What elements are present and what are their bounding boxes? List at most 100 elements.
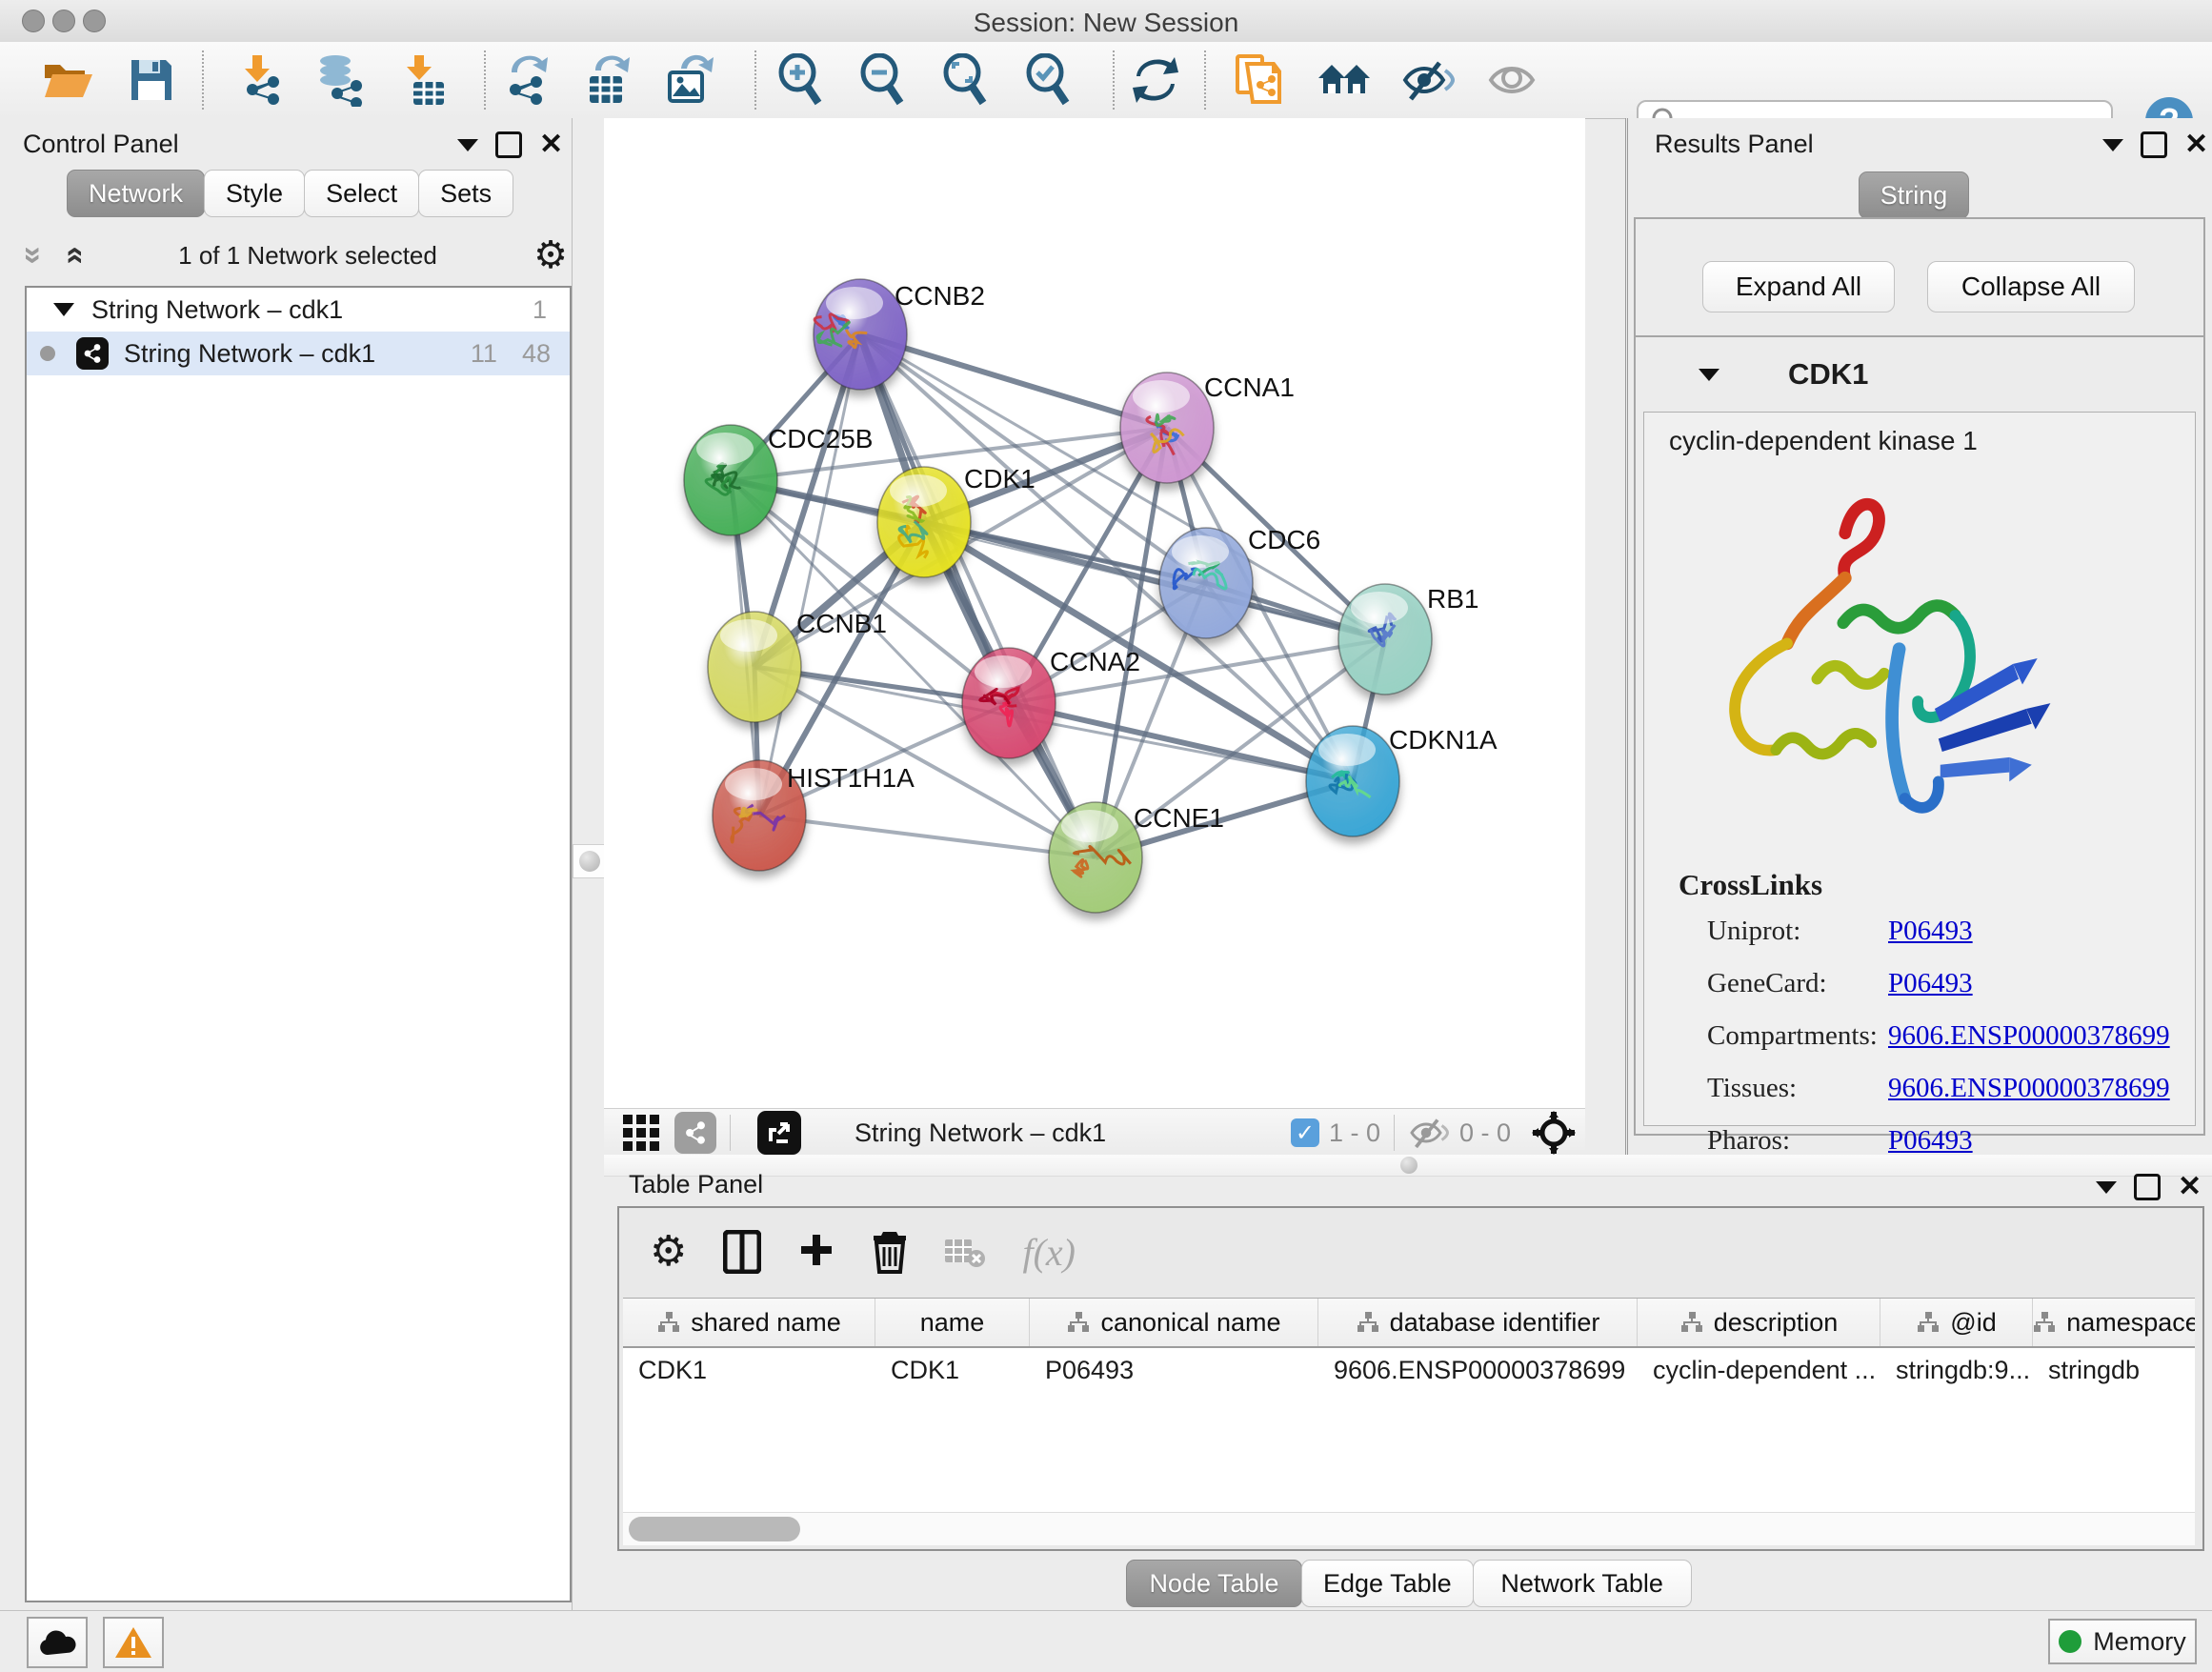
crosslink-value-link[interactable]: 9606.ENSP00000378699 [1888,1020,2170,1052]
show-columns-icon[interactable] [723,1230,761,1274]
network-view-toolbar: String Network – cdk1 ✓ 1 - 0 0 - 0 [604,1108,1585,1157]
protein-description: cyclin-dependent kinase 1 [1669,426,1978,456]
import-table-file-button[interactable] [396,52,452,108]
table-row[interactable]: CDK1CDK1P064939606.ENSP00000378699cyclin… [623,1348,2195,1392]
column-header-namespace[interactable]: namespace [2033,1299,2195,1346]
tab-edge-table[interactable]: Edge Table [1301,1560,1474,1607]
refresh-button[interactable] [1128,52,1183,108]
network-node-CCNB2[interactable] [814,279,907,390]
add-column-plus-icon[interactable] [797,1233,835,1271]
detach-view-icon[interactable] [757,1111,801,1155]
network-selector-toolbar: » » 1 of 1 Network selected ⚙ [25,229,568,282]
export-table-icon [582,53,633,107]
control-panel-float-button[interactable] [495,131,522,158]
left-split-handle[interactable] [573,844,607,878]
table-panel-menu-button[interactable] [2096,1181,2117,1194]
hide-selected-button[interactable] [1400,52,1456,108]
tab-network[interactable]: Network [67,170,205,217]
network-tree-row-selected[interactable]: String Network – cdk1 11 48 [27,332,570,375]
scrollbar-thumb[interactable] [629,1517,800,1541]
table-panel-close-button[interactable]: ✕ [2178,1177,2202,1198]
import-network-file-button[interactable] [231,52,287,108]
network-tree-root-row[interactable]: String Network – cdk1 1 [27,288,570,332]
zoom-in-button[interactable] [774,52,829,108]
results-panel-float-button[interactable] [2141,131,2167,158]
crosslink-value-link[interactable]: P06493 [1888,968,1973,999]
table-panel-float-button[interactable] [2134,1174,2161,1200]
network-canvas[interactable]: CCNB2CCNA1CDC25BCDK1CDC6RB1CCNB1CCNA2CDK… [604,118,1585,1108]
import-network-from-database-button[interactable] [312,52,367,108]
protein-section-header[interactable]: CDK1 [1636,337,2203,412]
save-session-button[interactable] [124,52,179,108]
open-session-button[interactable] [40,52,95,108]
cloud-status-button[interactable] [27,1617,88,1668]
export-table-button[interactable] [580,52,635,108]
zoom-fit-button[interactable] [938,52,994,108]
delete-column-trash-icon[interactable] [872,1230,908,1274]
expand-all-networks-icon[interactable]: » [24,247,43,265]
network-node-CDC6[interactable] [1159,528,1253,638]
crosslink-value-link[interactable]: P06493 [1888,916,1973,947]
protein-details-box: cyclin-dependent kinase 1 [1643,412,2196,1126]
control-panel: Control Panel ✕ NetworkStyleSelectSets »… [0,118,573,1610]
fit-content-crosshair-icon[interactable] [1532,1111,1576,1155]
bottom-split-handle[interactable] [1400,1157,1418,1174]
table-horizontal-scrollbar[interactable] [623,1512,2195,1545]
crosslink-value-link[interactable]: P06493 [1888,1125,1973,1157]
zoom-selected-button[interactable] [1021,52,1076,108]
crosslink-label: Pharos: [1707,1125,1888,1157]
column-header-canonical-name[interactable]: canonical name [1030,1299,1318,1346]
selected-checkbox-icon[interactable]: ✓ [1291,1118,1319,1147]
tab-network-table[interactable]: Network Table [1473,1560,1692,1607]
results-tab-string[interactable]: String [1859,171,1969,219]
results-panel-menu-button[interactable] [2102,139,2123,151]
network-edge[interactable] [1009,703,1353,781]
column-header-@id[interactable]: @id [1880,1299,2033,1346]
string-network-graph[interactable]: CCNB2CCNA1CDC25BCDK1CDC6RB1CCNB1CCNA2CDK… [604,118,1585,1108]
network-node-CDC25B[interactable] [684,425,777,535]
home-networks-button[interactable] [1317,52,1372,108]
section-collapse-triangle-icon[interactable] [1699,369,1719,381]
network-node-CCNE1[interactable] [1049,802,1142,913]
network-node-RB1[interactable] [1338,584,1432,695]
column-header-shared-name[interactable]: shared name [623,1299,875,1346]
network-node-CDKN1A[interactable] [1306,726,1399,836]
network-options-gear-icon[interactable]: ⚙ [533,236,568,274]
tab-style[interactable]: Style [204,170,305,217]
column-type-icon [1679,1311,1704,1334]
copy-network-icon [1234,52,1283,108]
warnings-button[interactable] [103,1617,164,1668]
zoom-out-button[interactable] [855,52,911,108]
network-selection-status: 1 of 1 Network selected [82,241,533,271]
left-split-divider[interactable] [573,118,604,1610]
crosslink-value-link[interactable]: 9606.ENSP00000378699 [1888,1073,2170,1104]
control-panel-menu-button[interactable] [457,139,478,151]
tab-node-table[interactable]: Node Table [1126,1560,1302,1607]
current-network-dot-icon [40,346,55,361]
export-network-button[interactable] [498,52,553,108]
column-header-description[interactable]: description [1638,1299,1880,1346]
memory-button[interactable]: Memory [2048,1619,2197,1664]
network-share-icon[interactable] [674,1112,716,1154]
tab-sets[interactable]: Sets [418,170,513,217]
tab-select[interactable]: Select [304,170,419,217]
table-settings-gear-icon[interactable]: ⚙ [650,1233,687,1271]
show-all-button[interactable] [1484,52,1539,108]
control-panel-close-button[interactable]: ✕ [539,134,563,155]
collapse-all-button[interactable]: Collapse All [1927,261,2135,312]
tree-collapse-triangle-icon[interactable] [53,303,74,316]
network-node-CCNA1[interactable] [1120,373,1214,483]
export-image-button[interactable] [662,52,717,108]
column-header-database-identifier[interactable]: database identifier [1318,1299,1638,1346]
clone-network-button[interactable] [1231,52,1286,108]
results-panel-close-button[interactable]: ✕ [2184,134,2208,155]
expand-all-button[interactable]: Expand All [1702,261,1895,312]
column-header-name[interactable]: name [875,1299,1030,1346]
collapse-all-networks-icon[interactable]: » [63,247,82,265]
birds-eye-view-icon[interactable] [621,1113,661,1153]
network-edge[interactable] [759,334,860,816]
network-node-CCNA2[interactable] [962,648,1056,758]
network-edge[interactable] [759,816,1096,857]
network-node-CDK1[interactable] [877,467,971,577]
network-node-CCNB1[interactable] [708,612,801,722]
